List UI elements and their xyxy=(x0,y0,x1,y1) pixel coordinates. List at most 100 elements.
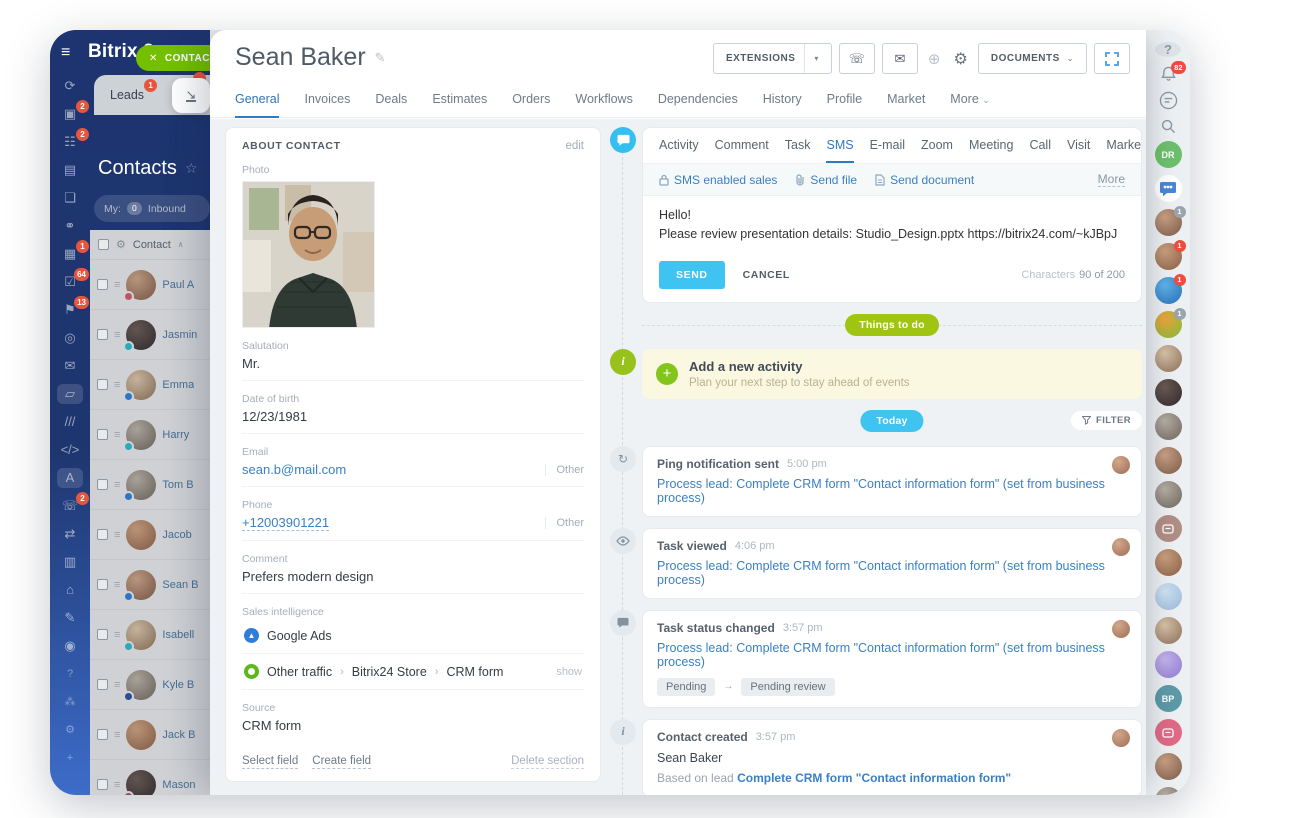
add-item-icon[interactable]: + xyxy=(57,748,83,768)
chevron-down-icon[interactable]: ▾ xyxy=(814,54,819,63)
tab-profile[interactable]: Profile xyxy=(827,92,862,118)
create-field-link[interactable]: Create field xyxy=(312,755,371,769)
calendar-icon[interactable]: ▦1 xyxy=(57,244,83,264)
chat-avatar-camera[interactable] xyxy=(1155,515,1182,542)
documents-button[interactable]: DOCUMENTS ⌄ xyxy=(978,43,1087,74)
entry-link[interactable]: Process lead: Complete CRM form "Contact… xyxy=(657,477,1127,505)
extensions-button[interactable]: EXTENSIONS ▾ xyxy=(713,43,832,74)
row-checkbox[interactable] xyxy=(97,379,108,390)
stream-tab-sms[interactable]: SMS xyxy=(826,138,853,163)
phone-link[interactable]: +12003901221 xyxy=(242,515,329,531)
stream-tab-comment[interactable]: Comment xyxy=(715,138,769,163)
tab-workflows[interactable]: Workflows xyxy=(575,92,632,118)
drag-handle-icon[interactable]: ≡ xyxy=(114,479,120,491)
entry-link[interactable]: Process lead: Complete CRM form "Contact… xyxy=(657,641,1127,669)
cancel-button[interactable]: CANCEL xyxy=(743,269,790,281)
documents-icon[interactable]: ❏ xyxy=(57,188,83,208)
phone-type-tag[interactable]: Other xyxy=(545,517,584,529)
chat-avatar[interactable]: 1 xyxy=(1155,243,1182,270)
minimize-slider-button[interactable]: ↘ xyxy=(172,78,210,113)
chat-avatar[interactable] xyxy=(1155,617,1182,644)
select-all-checkbox[interactable] xyxy=(98,239,109,250)
contact-column-header[interactable]: Contact xyxy=(133,239,171,251)
row-checkbox[interactable] xyxy=(97,579,108,590)
help-icon[interactable]: ? xyxy=(57,664,83,684)
contact-row[interactable]: ≡Paul A xyxy=(90,260,210,310)
chat-avatar[interactable] xyxy=(1155,549,1182,576)
drag-handle-icon[interactable]: ≡ xyxy=(114,279,120,291)
chat-avatar[interactable] xyxy=(1155,413,1182,440)
row-checkbox[interactable] xyxy=(97,779,108,790)
payments-icon[interactable]: ▤ xyxy=(57,160,83,180)
plus-icon[interactable]: + xyxy=(656,363,678,385)
more-actions-link[interactable]: More xyxy=(1098,172,1125,187)
drag-handle-icon[interactable]: ≡ xyxy=(114,629,120,641)
edit-section-link[interactable]: edit xyxy=(565,140,584,152)
contact-row[interactable]: ≡Emma xyxy=(90,360,210,410)
stream-tab-meeting[interactable]: Meeting xyxy=(969,138,1013,163)
drag-handle-icon[interactable]: ≡ xyxy=(114,529,120,541)
cart-icon[interactable]: ▥ xyxy=(57,552,83,572)
drag-handle-icon[interactable]: ≡ xyxy=(114,679,120,691)
send-file-link[interactable]: Send file xyxy=(795,173,857,187)
market-icon[interactable]: ▱ xyxy=(57,384,83,404)
list-settings-gear-icon[interactable]: ⚙ xyxy=(116,238,126,251)
sites-icon[interactable]: /// xyxy=(57,412,83,432)
contact-row[interactable]: ≡Jacob xyxy=(90,510,210,560)
tasks-icon[interactable]: ☑64 xyxy=(57,272,83,292)
close-icon[interactable]: ✕ xyxy=(149,53,158,64)
send-button[interactable]: SEND xyxy=(659,261,725,289)
contact-row[interactable]: ≡Sean B xyxy=(90,560,210,610)
lead-link[interactable]: Complete CRM form "Contact information f… xyxy=(737,771,1011,785)
network-icon[interactable]: ⁂ xyxy=(57,692,83,712)
storefront-icon[interactable]: ⌂ xyxy=(57,580,83,600)
messenger-icon[interactable]: ☷2 xyxy=(57,132,83,152)
entry-link[interactable]: Process lead: Complete CRM form "Contact… xyxy=(657,559,1127,587)
chat-avatar[interactable] xyxy=(1155,345,1182,372)
select-field-link[interactable]: Select field xyxy=(242,755,298,769)
menu-hamburger-icon[interactable]: ≡ xyxy=(61,44,70,62)
call-button[interactable]: ☏ xyxy=(839,43,875,74)
profile-icon[interactable]: ◉ xyxy=(57,636,83,656)
contact-row[interactable]: ≡Jack B xyxy=(90,710,210,760)
drag-handle-icon[interactable]: ≡ xyxy=(114,329,120,341)
filter-button[interactable]: FILTER xyxy=(1071,411,1142,430)
contact-row[interactable]: ≡Isabell xyxy=(90,610,210,660)
chat-avatar[interactable] xyxy=(1155,379,1182,406)
contacts-filter-input[interactable]: My: 0 Inbound xyxy=(94,195,210,222)
video-calls-icon[interactable]: ▣2 xyxy=(57,104,83,124)
stream-tab-zoom[interactable]: Zoom xyxy=(921,138,953,163)
stream-tab-visit[interactable]: Visit xyxy=(1067,138,1090,163)
row-checkbox[interactable] xyxy=(97,329,108,340)
drag-handle-icon[interactable]: ≡ xyxy=(114,779,120,791)
tab-leads[interactable]: Leads1 xyxy=(110,88,144,102)
delete-section-link[interactable]: Delete section xyxy=(511,755,584,769)
chat-avatar[interactable] xyxy=(1155,753,1182,780)
stream-tab-call[interactable]: Call xyxy=(1029,138,1051,163)
notifications-button[interactable]: 82 xyxy=(1161,66,1176,82)
globe-icon[interactable]: ⊕ xyxy=(925,50,944,68)
row-checkbox[interactable] xyxy=(97,529,108,540)
tab-history[interactable]: History xyxy=(763,92,802,118)
tab-dependencies[interactable]: Dependencies xyxy=(658,92,738,118)
settings-sliders-icon[interactable]: ⇄ xyxy=(57,524,83,544)
add-activity-banner[interactable]: + Add a new activity Plan your next step… xyxy=(642,349,1142,399)
email-button[interactable]: ✉ xyxy=(882,43,918,74)
tab-general[interactable]: General xyxy=(235,92,279,118)
edit-title-pencil-icon[interactable]: ✎ xyxy=(375,50,386,66)
tab-market[interactable]: Market xyxy=(887,92,925,118)
search-button[interactable] xyxy=(1161,119,1176,134)
contact-row[interactable]: ≡Tom B xyxy=(90,460,210,510)
stream-tab-email[interactable]: E-mail xyxy=(870,138,905,163)
drag-handle-icon[interactable]: ≡ xyxy=(114,429,120,441)
chat-avatar[interactable] xyxy=(1155,481,1182,508)
contact-row[interactable]: ≡Jasmin xyxy=(90,310,210,360)
developer-icon[interactable]: </> xyxy=(57,440,83,460)
stream-tab-market[interactable]: Market xyxy=(1106,138,1142,163)
favorite-star-icon[interactable]: ☆ xyxy=(185,160,198,177)
contact-row[interactable]: ≡Kyle B xyxy=(90,660,210,710)
tab-invoices[interactable]: Invoices xyxy=(304,92,350,118)
user-avatar-initials[interactable]: BP xyxy=(1155,685,1182,712)
employees-icon[interactable]: ⚭ xyxy=(57,216,83,236)
drag-handle-icon[interactable]: ≡ xyxy=(114,379,120,391)
